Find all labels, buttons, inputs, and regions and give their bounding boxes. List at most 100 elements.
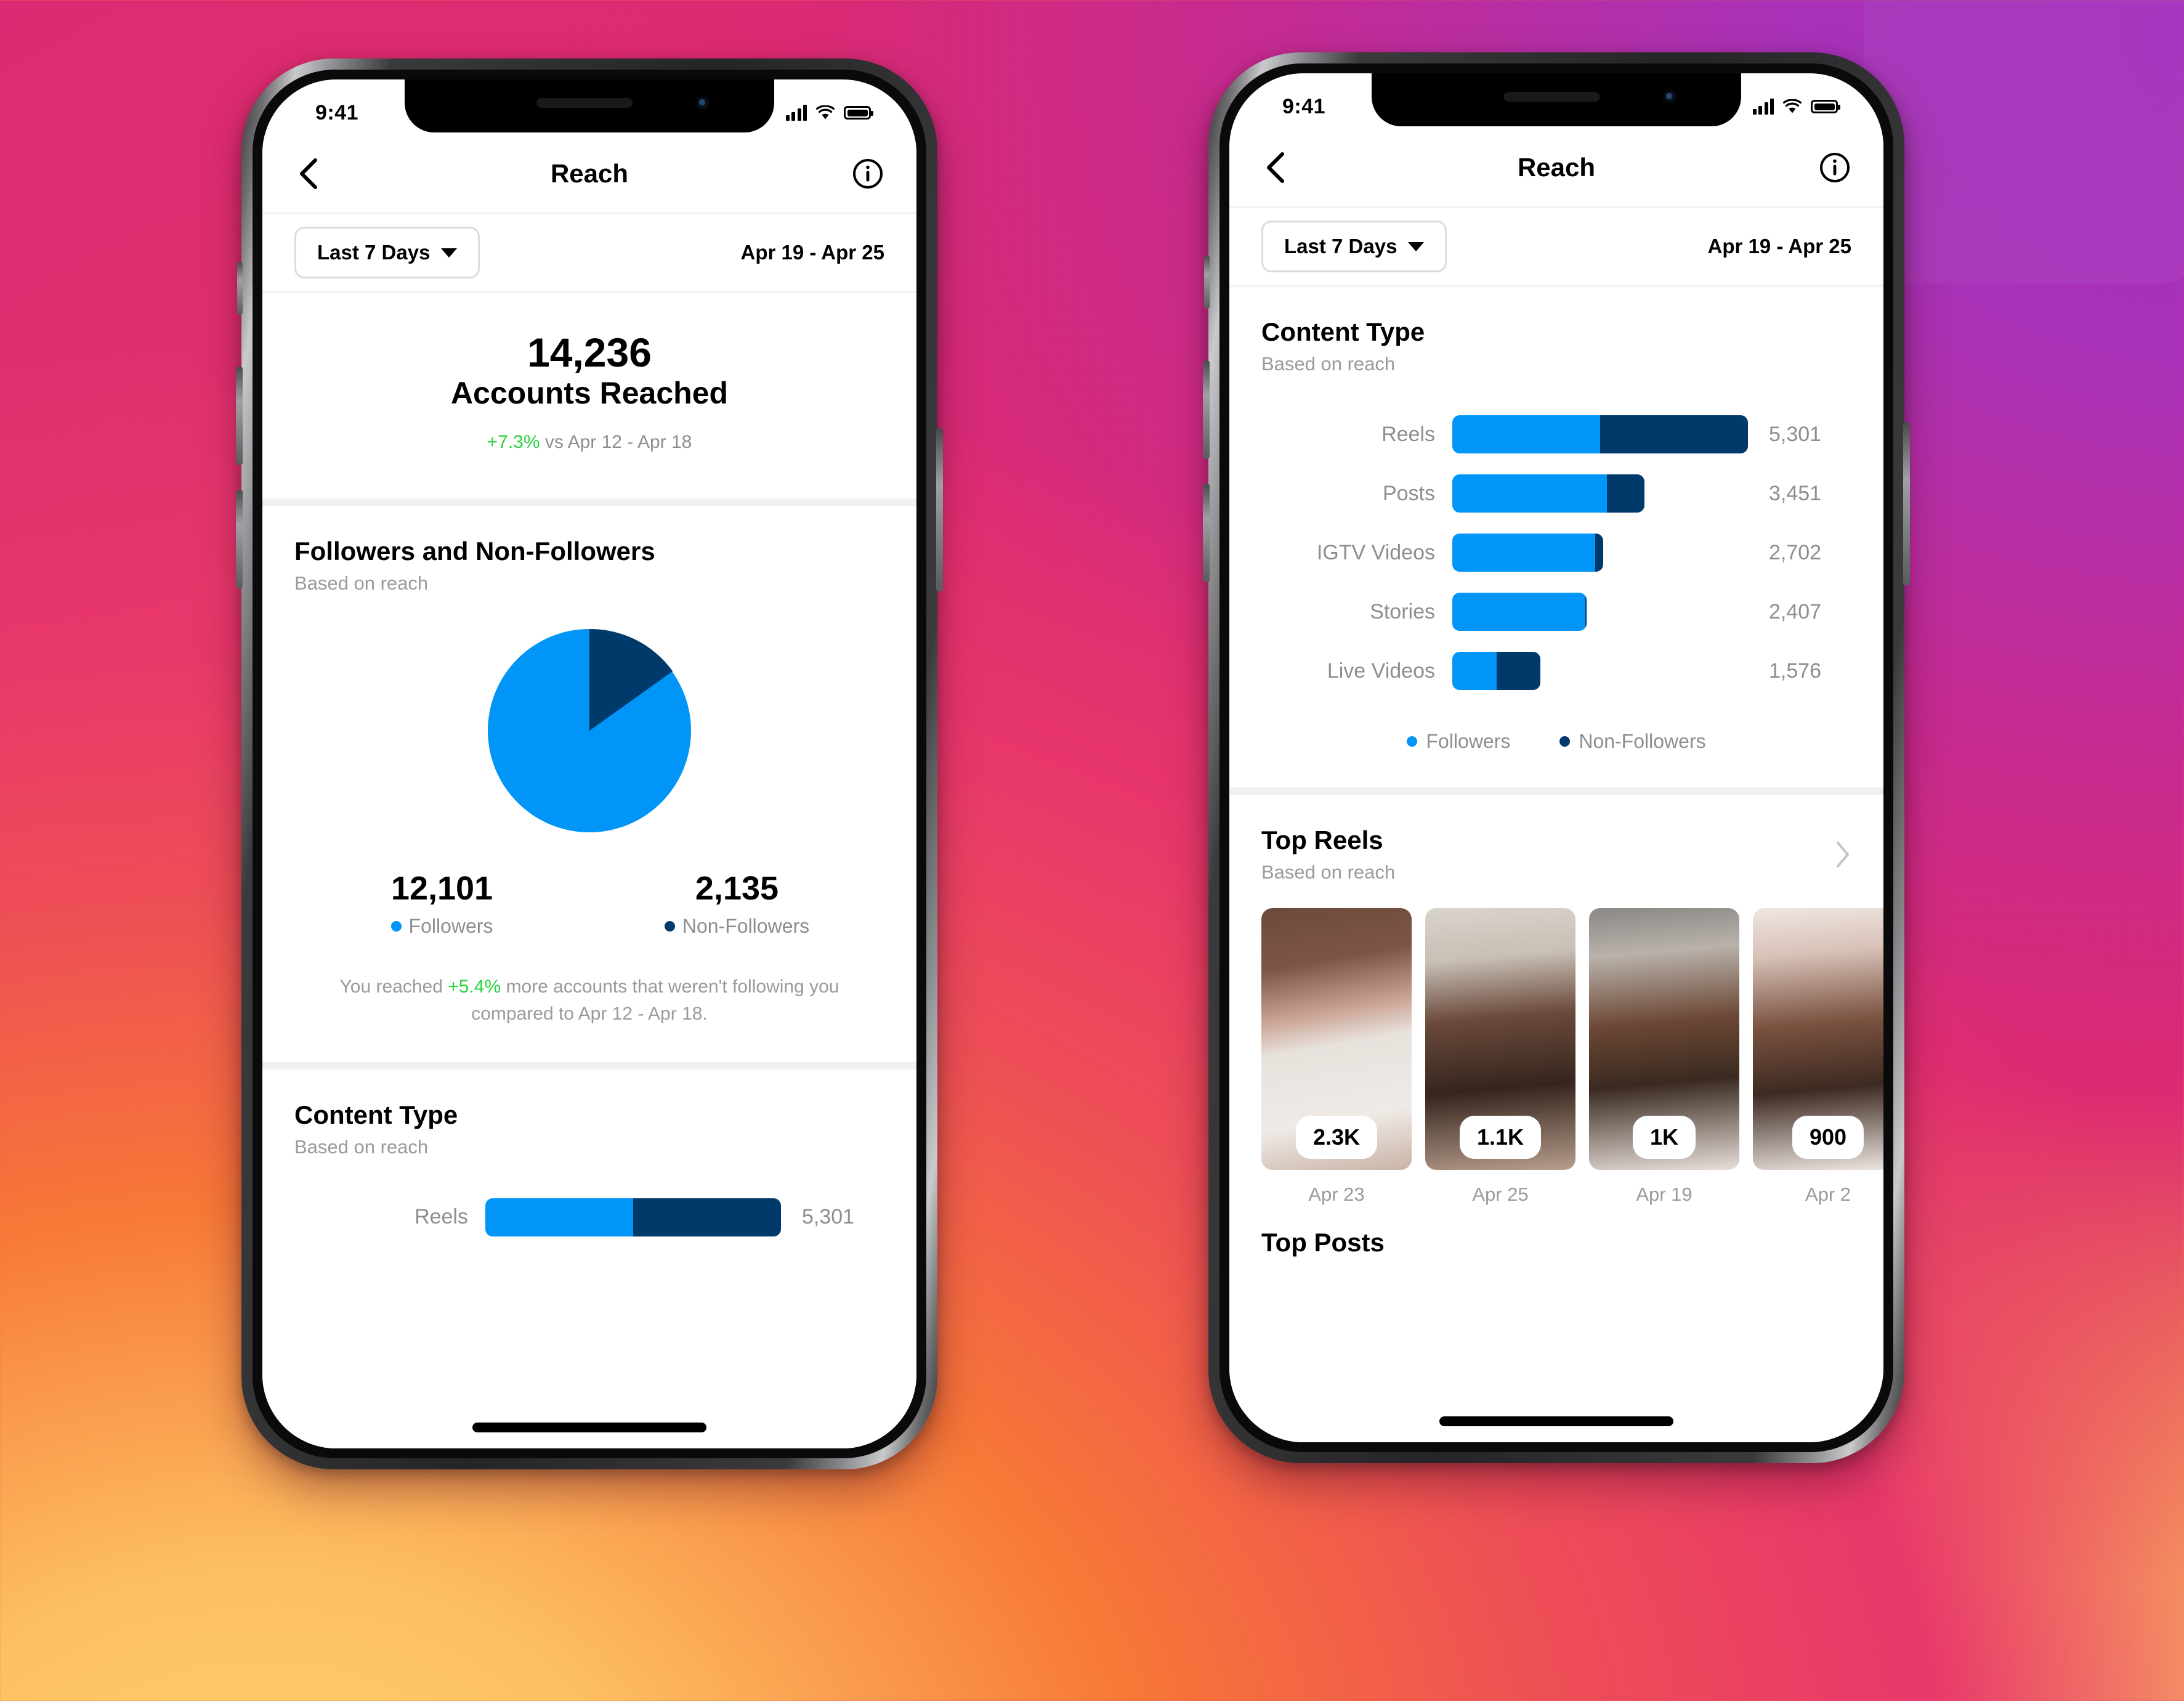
phone-screen-left: 9:41 Reach Last 7 Days Apr 19 - Apr 25 1… [262, 79, 916, 1448]
top-reel-date: Apr 25 [1472, 1183, 1529, 1205]
bar-row: IGTV Videos 2,702 [1261, 523, 1851, 582]
bar-row: Stories 2,407 [1261, 582, 1851, 641]
volume-up-button[interactable] [236, 367, 243, 465]
power-button[interactable] [1903, 422, 1910, 585]
top-posts-title: Top Posts [1261, 1228, 1385, 1257]
bar-track [1452, 415, 1748, 453]
top-reel-thumbnail[interactable]: 900 [1753, 908, 1883, 1170]
page-title: Reach [550, 159, 629, 188]
bar-segment-followers [485, 1198, 633, 1236]
top-reel-thumbnail[interactable]: 1.1K [1425, 908, 1575, 1170]
bar-value: 5,301 [1769, 422, 1822, 446]
bar-value: 5,301 [802, 1205, 855, 1229]
non-followers-stat: 2,135 Non-Followers [589, 869, 884, 938]
phone-bezel: 9:41 Reach [1219, 63, 1893, 1452]
followers-note-prefix: You reached [339, 976, 448, 997]
bar-row: Posts 3,451 [1261, 464, 1851, 523]
bar-row: Reels 5,301 [1261, 405, 1851, 464]
status-indicators [1752, 99, 1840, 115]
phone-mockup-left: 9:41 Reach Last 7 Days Apr 19 - Apr 25 1… [236, 59, 943, 1469]
bar-segment-followers [1452, 652, 1497, 690]
home-indicator[interactable] [472, 1423, 706, 1432]
date-range-text: Apr 19 - Apr 25 [1707, 235, 1851, 258]
legend-color-dot [1407, 736, 1418, 747]
info-circle-icon[interactable] [1819, 152, 1850, 183]
top-reel-reach-badge: 2.3K [1295, 1116, 1378, 1159]
bar-track [1452, 652, 1748, 690]
legend-label: Followers [1426, 730, 1511, 752]
cellular-signal-icon [785, 105, 807, 121]
legend-color-dot [1559, 736, 1571, 747]
chevron-right-icon[interactable] [1834, 840, 1851, 869]
content-type-section-left: Content Type Based on reach Reels 5,301 [262, 1070, 916, 1247]
info-circle-icon[interactable] [852, 158, 883, 189]
bar-segment-followers [1452, 415, 1600, 453]
bar-track [1452, 534, 1748, 572]
followers-note: You reached +5.4% more accounts that wer… [294, 973, 884, 1028]
content-type-subtitle-right: Based on reach [1261, 353, 1396, 375]
chevron-left-icon[interactable] [1263, 151, 1290, 184]
bar-track [1452, 593, 1748, 631]
volume-down-button[interactable] [1203, 484, 1210, 582]
phone-bezel: 9:41 Reach [253, 70, 926, 1458]
wifi-icon [1782, 99, 1802, 114]
top-reels-header[interactable]: Top Reels Based on reach [1261, 826, 1851, 883]
top-reel-date: Apr 23 [1308, 1183, 1365, 1205]
followers-section: Followers and Non-Followers Based on rea… [262, 506, 916, 1028]
bar-label: Reels [1381, 422, 1435, 446]
battery-icon [1811, 100, 1840, 113]
accounts-reached-label: Accounts Reached [450, 376, 729, 411]
bar-label: Posts [1382, 481, 1435, 505]
home-indicator[interactable] [1439, 1416, 1673, 1426]
date-range-selector[interactable]: Last 7 Days [1261, 221, 1447, 272]
non-followers-value: 2,135 [695, 870, 779, 907]
top-reels-subtitle: Based on reach [1261, 861, 1396, 883]
bar-segment-non-followers [1595, 534, 1603, 572]
bar-segment-non-followers [1606, 474, 1645, 513]
volume-down-button[interactable] [236, 490, 243, 588]
phone-screen-right: 9:41 Reach Last 7 Days Apr 19 - Apr 25 C… [1229, 73, 1883, 1442]
accounts-reached-value: 14,236 [527, 330, 652, 375]
top-reels-section: Top Reels Based on reach 2.3K Apr 23 1.1K A… [1229, 795, 1883, 1206]
top-reel-thumbnail[interactable]: 2.3K [1261, 908, 1412, 1170]
top-reel-item[interactable]: 900 Apr 2 [1753, 908, 1883, 1206]
bar-segment-followers [1452, 593, 1585, 631]
top-reel-date: Apr 19 [1636, 1183, 1693, 1205]
status-bar: 9:41 [262, 79, 916, 135]
scroll-content-left[interactable]: 14,236 Accounts Reached +7.3% vs Apr 12 … [262, 293, 916, 1448]
bar-value: 2,702 [1769, 540, 1822, 564]
bar-label: Reels [415, 1205, 468, 1229]
legend-item: Non-Followers [1559, 730, 1706, 753]
date-range-selector[interactable]: Last 7 Days [294, 227, 480, 278]
followers-legend: Followers [390, 915, 493, 938]
screenshot-stage: 9:41 Reach Last 7 Days Apr 19 - Apr 25 1… [0, 0, 2184, 1701]
date-range-selector-label: Last 7 Days [317, 241, 431, 264]
wifi-icon [815, 105, 835, 120]
followers-note-delta: +5.4% [448, 976, 501, 997]
silence-switch[interactable] [237, 262, 243, 315]
chevron-left-icon[interactable] [296, 157, 323, 190]
nav-bar: Reach [262, 135, 916, 214]
date-filter-bar: Last 7 Days Apr 19 - Apr 25 [1229, 208, 1883, 286]
power-button[interactable] [936, 428, 943, 591]
reach-delta-value: +7.3% [487, 432, 540, 453]
nav-bar: Reach [1229, 129, 1883, 208]
scroll-content-right[interactable]: Content Type Based on reach Reels 5,301 Po… [1229, 286, 1883, 1442]
silence-switch[interactable] [1204, 256, 1210, 309]
top-reel-item[interactable]: 1.1K Apr 25 [1425, 908, 1575, 1206]
followers-pie-chart [294, 629, 884, 833]
top-reel-thumbnail[interactable]: 1K [1589, 908, 1739, 1170]
top-reels-thumbnails[interactable]: 2.3K Apr 23 1.1K Apr 25 1K Apr 19 900 Apr 2 [1261, 908, 1883, 1206]
top-reel-item[interactable]: 2.3K Apr 23 [1261, 908, 1412, 1206]
reach-delta-context: vs Apr 12 - Apr 18 [544, 432, 692, 453]
content-type-subtitle-left: Based on reach [294, 1135, 429, 1158]
reach-summary: 14,236 Accounts Reached +7.3% vs Apr 12 … [262, 293, 916, 498]
top-reel-item[interactable]: 1K Apr 19 [1589, 908, 1739, 1206]
content-type-section-right: Content Type Based on reach Reels 5,301 Po… [1229, 286, 1883, 753]
top-reel-reach-badge: 900 [1792, 1116, 1864, 1159]
volume-up-button[interactable] [1203, 360, 1210, 459]
legend-label: Non-Followers [1579, 730, 1706, 752]
top-reel-reach-badge: 1K [1632, 1116, 1696, 1159]
date-range-text: Apr 19 - Apr 25 [740, 241, 884, 264]
content-type-bars-left: Reels 5,301 [294, 1188, 884, 1247]
